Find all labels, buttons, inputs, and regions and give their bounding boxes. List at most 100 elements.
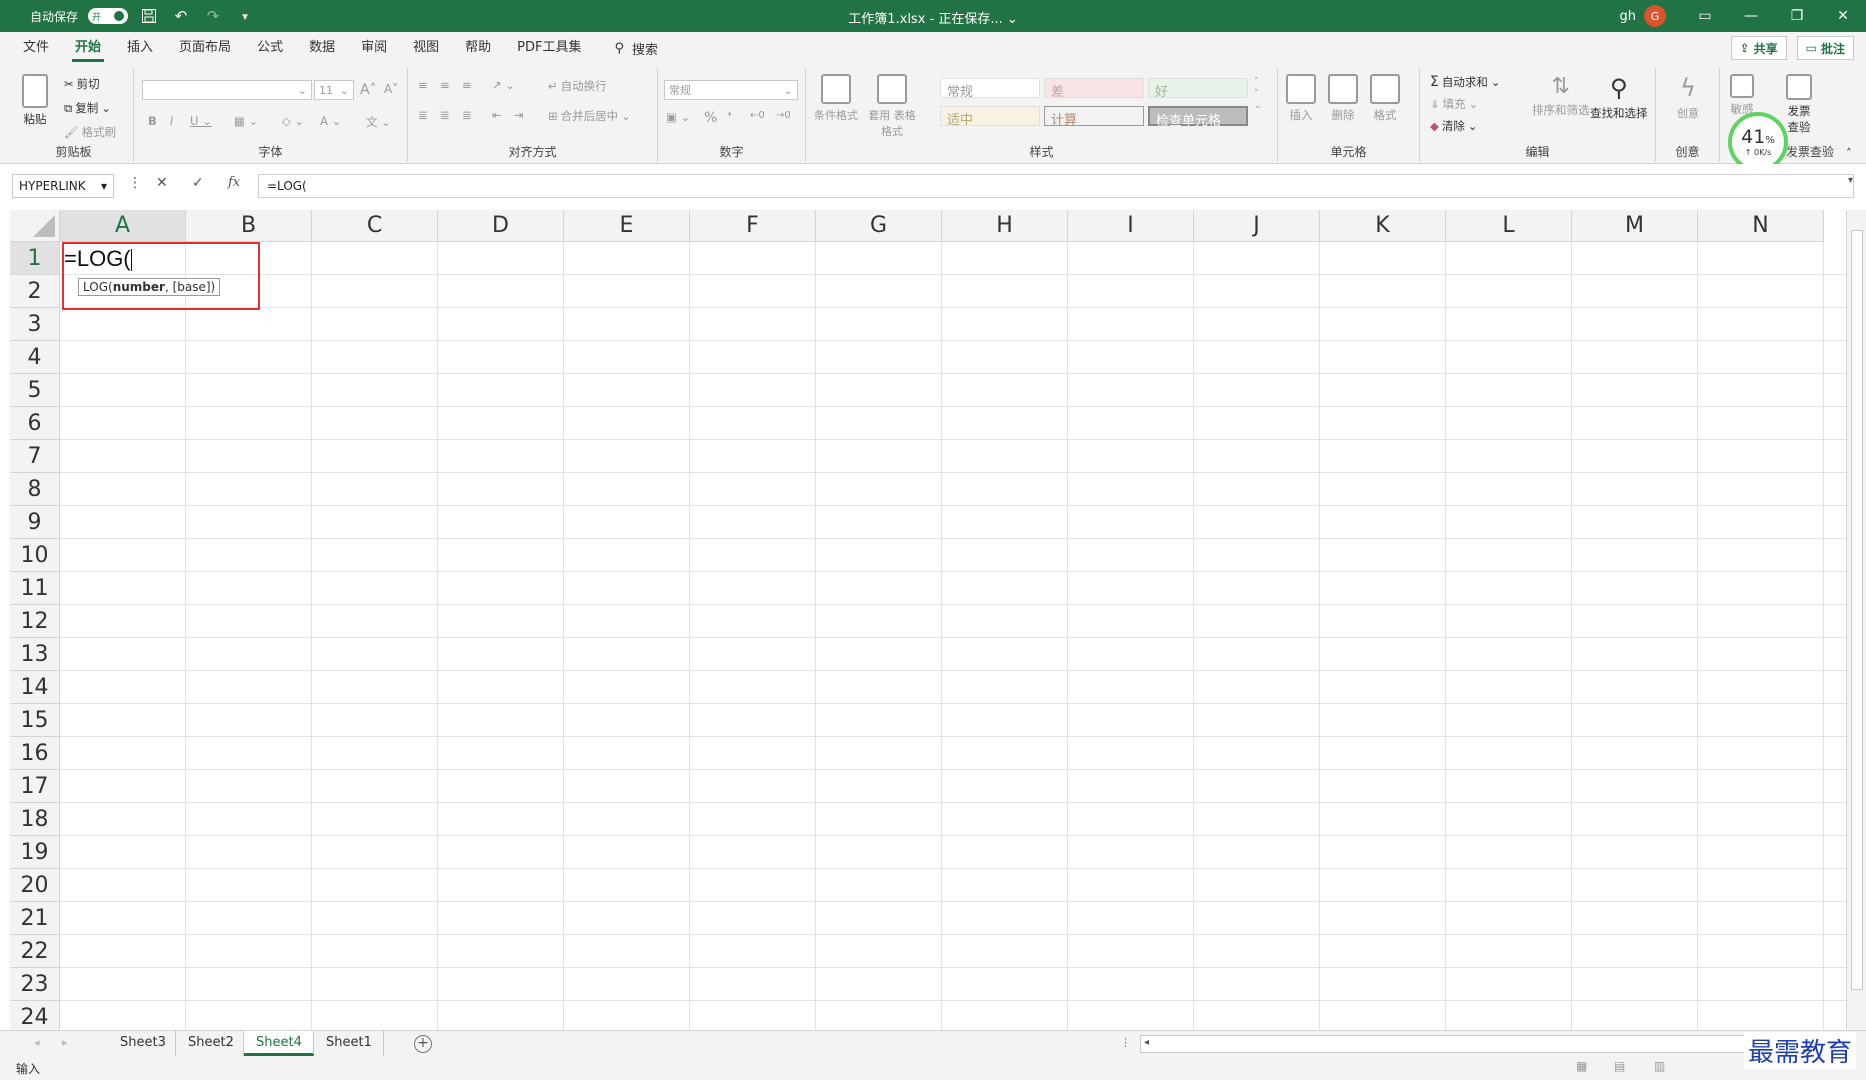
percent-icon[interactable]: %: [704, 110, 717, 126]
select-all-button[interactable]: [10, 210, 60, 242]
autosum-button[interactable]: Σ 自动求和 ⌄: [1430, 74, 1501, 90]
comments-button[interactable]: ▭ 批注: [1796, 36, 1854, 60]
autosave-toggle[interactable]: 开: [88, 8, 129, 24]
tab-review[interactable]: 审阅: [348, 32, 400, 64]
column-header-m[interactable]: M: [1572, 210, 1698, 242]
copy-button[interactable]: ⧉ 复制 ⌄: [64, 100, 111, 116]
cell-a1-edit[interactable]: =LOG(: [64, 246, 132, 272]
row-header-7[interactable]: 7: [10, 440, 60, 473]
paste-button[interactable]: 粘贴: [22, 74, 48, 127]
row-header-20[interactable]: 20: [10, 869, 60, 902]
vertical-scrollbar[interactable]: [1846, 210, 1866, 1030]
style-check-cell[interactable]: 检查单元格: [1148, 106, 1248, 129]
ribbon-display-icon[interactable]: ▭: [1682, 0, 1728, 32]
increase-decimal-icon[interactable]: ←0: [750, 110, 765, 121]
row-header-5[interactable]: 5: [10, 374, 60, 407]
formula-input[interactable]: =LOG(: [258, 174, 1854, 198]
italic-icon[interactable]: I: [170, 114, 173, 128]
column-header-n[interactable]: N: [1698, 210, 1824, 242]
fill-button[interactable]: ⇓ 填充 ⌄: [1430, 96, 1478, 112]
style-calculation[interactable]: 计算: [1044, 106, 1144, 128]
column-header-c[interactable]: C: [312, 210, 438, 242]
column-header-j[interactable]: J: [1194, 210, 1320, 242]
page-break-view-icon[interactable]: ▥: [1654, 1059, 1665, 1073]
row-header-21[interactable]: 21: [10, 902, 60, 935]
row-header-10[interactable]: 10: [10, 539, 60, 572]
comma-icon[interactable]: ❜: [728, 110, 732, 124]
delete-cells-button[interactable]: 删除: [1328, 74, 1358, 123]
collapse-ribbon-icon[interactable]: ˄: [1846, 146, 1852, 160]
styles-scroll-icon[interactable]: ˄ ˅ ⌄: [1254, 76, 1262, 112]
invoice-check-button[interactable]: 发票查验: [1782, 74, 1816, 135]
row-header-9[interactable]: 9: [10, 506, 60, 539]
customize-qat-icon[interactable]: ▾: [234, 5, 256, 27]
tab-pdf-tools[interactable]: PDF工具集: [504, 32, 594, 64]
tab-page-layout[interactable]: 页面布局: [166, 32, 244, 64]
split-handle-icon[interactable]: ⋮: [1120, 1036, 1131, 1049]
horizontal-scrollbar[interactable]: ◂: [1140, 1035, 1840, 1053]
tab-formulas[interactable]: 公式: [244, 32, 296, 64]
decrease-indent-icon[interactable]: ⇤: [492, 108, 502, 122]
prev-sheet-icon[interactable]: ◂: [34, 1036, 40, 1049]
column-header-h[interactable]: H: [942, 210, 1068, 242]
avatar[interactable]: G: [1644, 5, 1666, 27]
align-middle-icon[interactable]: ≡: [440, 78, 450, 92]
table-format-button[interactable]: 套用 表格格式: [868, 74, 916, 139]
cancel-icon[interactable]: ✕: [156, 175, 168, 191]
tab-home[interactable]: 开始: [62, 32, 114, 64]
creative-button[interactable]: ϟ 创意: [1674, 74, 1702, 121]
column-header-e[interactable]: E: [564, 210, 690, 242]
row-header-2[interactable]: 2: [10, 275, 60, 308]
scroll-left-icon[interactable]: ◂: [1144, 1037, 1149, 1048]
save-icon[interactable]: [138, 5, 160, 27]
align-center-icon[interactable]: ≣: [440, 108, 450, 122]
tooltip-arg-number[interactable]: number: [113, 280, 165, 294]
align-top-icon[interactable]: ≡: [418, 78, 428, 92]
row-header-18[interactable]: 18: [10, 803, 60, 836]
number-format-dropdown[interactable]: 常规 ⌄: [664, 80, 798, 100]
row-header-22[interactable]: 22: [10, 935, 60, 968]
cut-button[interactable]: ✂ 剪切: [64, 76, 100, 92]
insert-cells-button[interactable]: 插入: [1286, 74, 1316, 123]
share-button[interactable]: ⇪ 共享: [1730, 36, 1787, 60]
row-header-17[interactable]: 17: [10, 770, 60, 803]
next-sheet-icon[interactable]: ▸: [62, 1036, 68, 1049]
style-good[interactable]: 好: [1148, 78, 1248, 100]
merge-center-button[interactable]: ⊞ 合并后居中 ⌄: [548, 108, 631, 124]
normal-view-icon[interactable]: ▦: [1576, 1059, 1587, 1073]
sheet-tab-sheet3[interactable]: Sheet3: [108, 1031, 176, 1056]
tab-data[interactable]: 数据: [296, 32, 348, 64]
column-header-l[interactable]: L: [1446, 210, 1572, 242]
font-size-dropdown[interactable]: 11 ⌄: [314, 80, 354, 100]
row-header-16[interactable]: 16: [10, 737, 60, 770]
style-neutral[interactable]: 适中: [940, 106, 1040, 128]
undo-icon[interactable]: ↶: [170, 5, 192, 27]
column-header-b[interactable]: B: [186, 210, 312, 242]
row-header-13[interactable]: 13: [10, 638, 60, 671]
bold-icon[interactable]: B: [148, 114, 157, 128]
minimize-icon[interactable]: —: [1728, 0, 1774, 32]
row-header-1[interactable]: 1: [10, 242, 60, 275]
conditional-format-button[interactable]: 条件格式: [814, 74, 858, 123]
tab-help[interactable]: 帮助: [452, 32, 504, 64]
column-header-i[interactable]: I: [1068, 210, 1194, 242]
fill-color-icon[interactable]: ◇ ⌄: [282, 114, 304, 128]
decrease-decimal-icon[interactable]: →0: [776, 110, 791, 121]
sheet-tab-sheet2[interactable]: Sheet2: [176, 1031, 244, 1056]
align-right-icon[interactable]: ≣: [462, 108, 472, 122]
restore-icon[interactable]: ❐: [1774, 0, 1820, 32]
column-header-g[interactable]: G: [816, 210, 942, 242]
phonetic-icon[interactable]: 文 ⌄: [366, 114, 391, 130]
redo-icon[interactable]: ↷: [202, 5, 224, 27]
increase-indent-icon[interactable]: ⇥: [514, 108, 524, 122]
enter-icon[interactable]: ✓: [192, 175, 204, 191]
row-header-23[interactable]: 23: [10, 968, 60, 1001]
style-bad[interactable]: 差: [1044, 78, 1144, 100]
column-header-d[interactable]: D: [438, 210, 564, 242]
currency-icon[interactable]: ▣ ⌄: [666, 110, 690, 124]
align-bottom-icon[interactable]: ≡: [462, 78, 472, 92]
font-color-icon[interactable]: A ⌄: [320, 114, 341, 128]
network-speed-widget[interactable]: 41% ↑ 0K/s: [1728, 112, 1788, 172]
style-normal[interactable]: 常规: [940, 78, 1040, 100]
cell-area[interactable]: [60, 242, 1846, 1030]
